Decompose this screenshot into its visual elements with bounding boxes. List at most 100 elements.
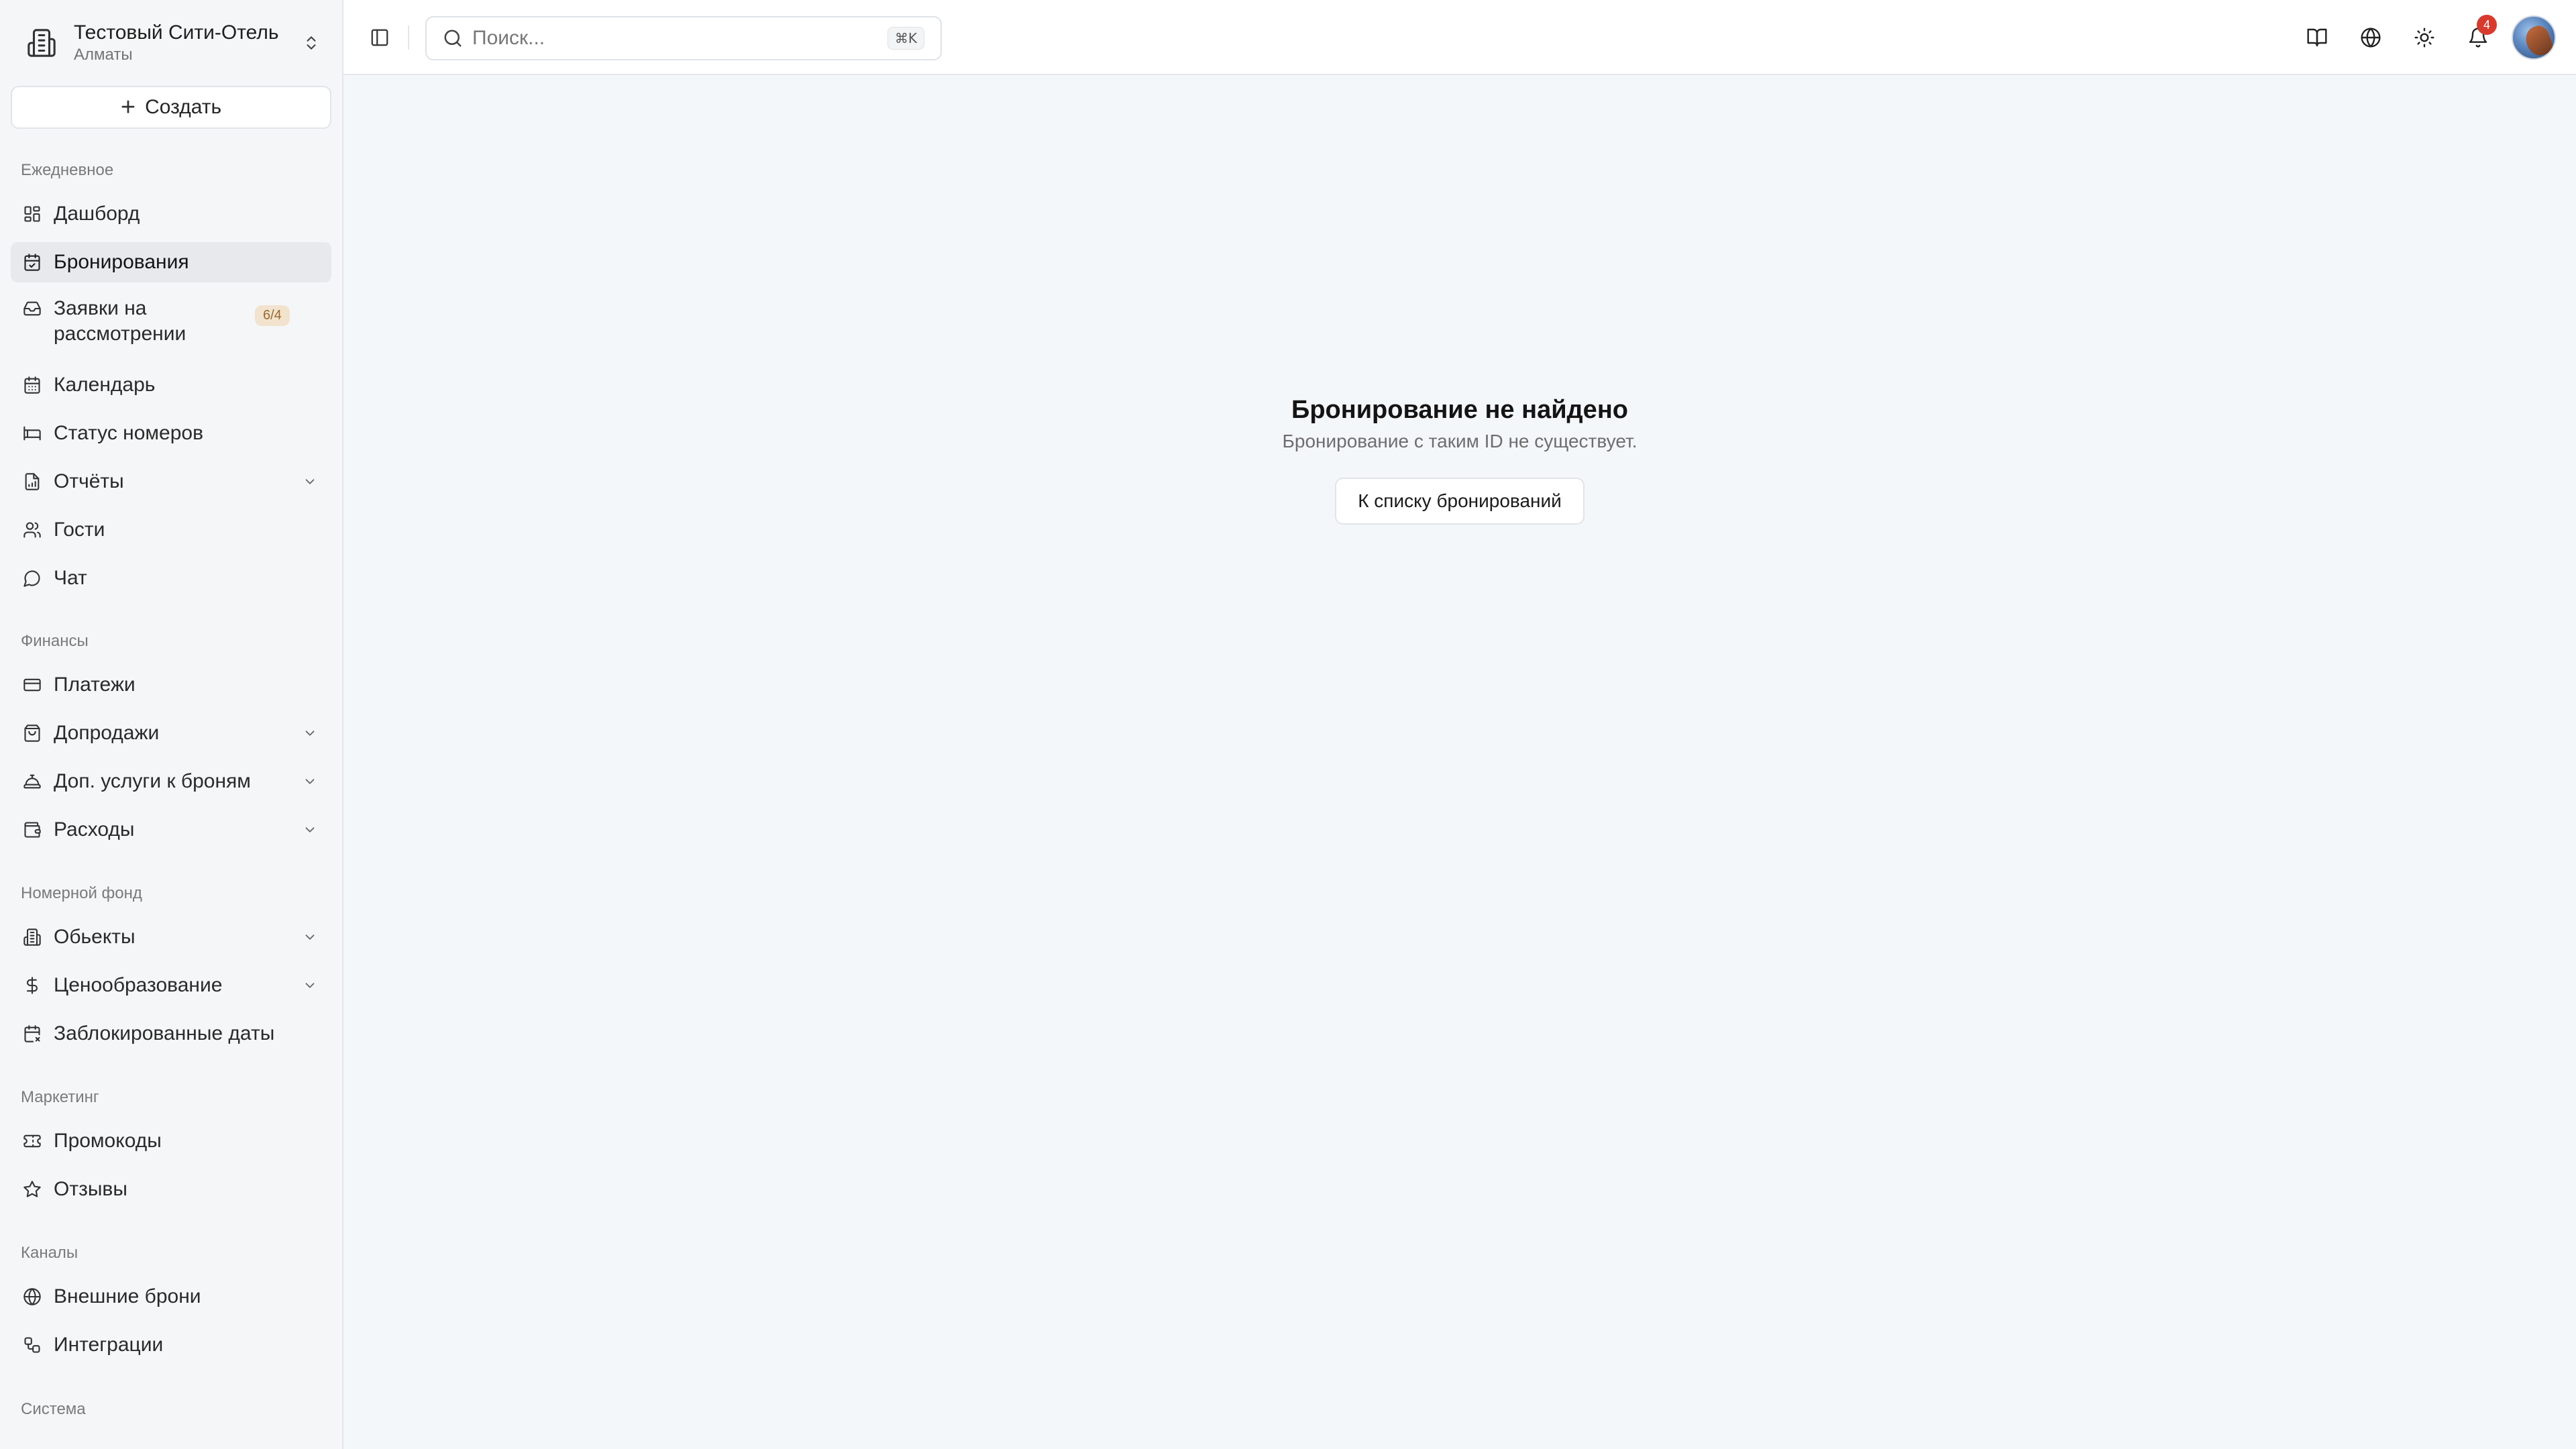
sidebar-item-label: Отчёты — [54, 470, 124, 492]
sidebar-item-payments[interactable]: Платежи — [11, 665, 331, 705]
theme-toggle-button[interactable] — [2404, 17, 2445, 58]
sidebar-item-label: Заявки на рассмотрении — [54, 297, 186, 345]
requests-count-badge: 6/4 — [255, 305, 290, 326]
section-label-channels: Каналы — [21, 1244, 78, 1262]
toolbar-divider — [408, 25, 409, 50]
empty-state: Бронирование не найдено Бронирование с т… — [343, 393, 2576, 525]
sidebar-item-label: Гости — [54, 519, 105, 541]
sidebar-item-label: Промокоды — [54, 1130, 162, 1152]
building-icon — [21, 926, 43, 948]
sidebar-item-requests[interactable]: Заявки на рассмотрении 6/4 — [11, 290, 331, 347]
sidebar-item-promocodes[interactable]: Промокоды — [11, 1121, 331, 1161]
sidebar-item-label: Интеграции — [54, 1334, 164, 1356]
ticket-icon — [21, 1130, 43, 1152]
sidebar-item-chat[interactable]: Чат — [11, 558, 331, 598]
sidebar-item-integrations[interactable]: Интеграции — [11, 1325, 331, 1365]
chevron-down-icon[interactable] — [301, 976, 319, 995]
sidebar-toggle-icon[interactable] — [366, 24, 393, 51]
sidebar-item-label: Чат — [54, 567, 87, 589]
sun-icon — [2414, 27, 2435, 48]
sidebar-item-label: Расходы — [54, 818, 135, 841]
sidebar: Тестовый Сити-Отель Алматы + Создать Еже… — [0, 0, 343, 1449]
sidebar-item-label: Доп. услуги к броням — [54, 770, 251, 792]
dollar-sign-icon — [21, 975, 43, 996]
calendar-x-icon — [21, 1023, 43, 1044]
sidebar-item-calendar[interactable]: Календарь — [11, 365, 331, 405]
building-icon — [24, 25, 59, 60]
sidebar-item-reviews[interactable]: Отзывы — [11, 1169, 331, 1210]
notifications-badge: 4 — [2477, 15, 2497, 35]
credit-card-icon — [21, 674, 43, 696]
org-text: Тестовый Сити-Отель Алматы — [74, 21, 298, 65]
back-to-bookings-button[interactable]: К списку бронирований — [1335, 478, 1585, 525]
language-button[interactable] — [2351, 17, 2391, 58]
chevron-down-icon[interactable] — [301, 772, 319, 791]
org-city: Алматы — [74, 46, 133, 64]
sidebar-item-label: Допродажи — [54, 722, 160, 744]
workflow-icon — [21, 1334, 43, 1356]
sidebar-item-label: Бронирования — [54, 251, 189, 273]
search-shortcut: ⌘K — [887, 27, 924, 50]
globe-icon — [21, 1286, 43, 1307]
sidebar-item-label: Обьекты — [54, 926, 136, 948]
section-label-finance: Финансы — [21, 632, 89, 650]
chevron-down-icon[interactable] — [301, 820, 319, 839]
chevron-down-icon[interactable] — [301, 724, 319, 743]
sidebar-item-external-bookings[interactable]: Внешние брони — [11, 1277, 331, 1317]
chevron-down-icon[interactable] — [301, 472, 319, 491]
plus-icon: + — [120, 93, 136, 121]
sidebar-item-extras[interactable]: Доп. услуги к броням — [11, 761, 331, 802]
create-button[interactable]: + Создать — [11, 86, 331, 129]
concierge-bell-icon — [21, 771, 43, 792]
chevrons-up-down-icon[interactable] — [298, 30, 325, 56]
docs-button[interactable] — [2297, 17, 2337, 58]
empty-state-title: Бронирование не найдено — [1291, 396, 1628, 424]
org-switcher[interactable]: Тестовый Сити-Отель Алматы — [24, 17, 325, 68]
sidebar-item-blocked-dates[interactable]: Заблокированные даты — [11, 1014, 331, 1054]
sidebar-item-room-status[interactable]: Статус номеров — [11, 413, 331, 453]
inbox-icon — [21, 298, 43, 319]
sidebar-item-guests[interactable]: Гости — [11, 510, 331, 550]
section-label-rooms: Номерной фонд — [21, 884, 142, 902]
layout-dashboard-icon — [21, 203, 43, 225]
sidebar-item-pricing[interactable]: Ценообразование — [11, 965, 331, 1006]
search-icon — [443, 28, 463, 48]
file-chart-icon — [21, 471, 43, 492]
sidebar-item-dashboard[interactable]: Дашборд — [11, 194, 331, 234]
book-open-icon — [2306, 27, 2328, 48]
sidebar-item-label: Календарь — [54, 374, 156, 396]
avatar[interactable] — [2512, 15, 2556, 60]
org-name: Тестовый Сити-Отель — [74, 21, 279, 44]
sidebar-item-label: Ценообразование — [54, 974, 223, 996]
globe-icon — [2360, 27, 2381, 48]
chevron-down-icon[interactable] — [301, 928, 319, 947]
search-input[interactable] — [472, 27, 888, 50]
bed-icon — [21, 423, 43, 444]
sidebar-item-bookings[interactable]: Бронирования — [11, 242, 331, 282]
users-icon — [21, 519, 43, 541]
empty-state-subtitle: Бронирование с таким ID не существует. — [1282, 431, 1638, 451]
message-circle-icon — [21, 568, 43, 589]
search-box[interactable]: ⌘K — [425, 16, 942, 60]
main-content: ⌘K — [343, 0, 2576, 1449]
sidebar-item-upsells[interactable]: Допродажи — [11, 713, 331, 753]
sidebar-item-label: Внешние брони — [54, 1285, 201, 1307]
section-label-daily: Ежедневное — [21, 161, 114, 179]
top-actions: 4 — [2284, 12, 2556, 63]
sidebar-item-label: Платежи — [54, 674, 136, 696]
sidebar-item-label: Статус номеров — [54, 422, 204, 444]
sidebar-item-label: Дашборд — [54, 203, 140, 225]
sidebar-item-expenses[interactable]: Расходы — [11, 810, 331, 850]
notifications-button[interactable]: 4 — [2458, 15, 2498, 58]
top-bar: ⌘K — [343, 0, 2576, 75]
wallet-icon — [21, 819, 43, 841]
create-button-label: Создать — [145, 96, 222, 118]
sidebar-item-objects[interactable]: Обьекты — [11, 917, 331, 957]
shopping-bag-icon — [21, 722, 43, 744]
sidebar-item-reports[interactable]: Отчёты — [11, 462, 331, 502]
calendar-check-icon — [21, 252, 43, 273]
sidebar-item-label: Заблокированные даты — [54, 1022, 275, 1044]
sidebar-item-label: Отзывы — [54, 1178, 127, 1200]
app-root: Тестовый Сити-Отель Алматы + Создать Еже… — [0, 0, 2576, 1449]
calendar-icon — [21, 374, 43, 396]
